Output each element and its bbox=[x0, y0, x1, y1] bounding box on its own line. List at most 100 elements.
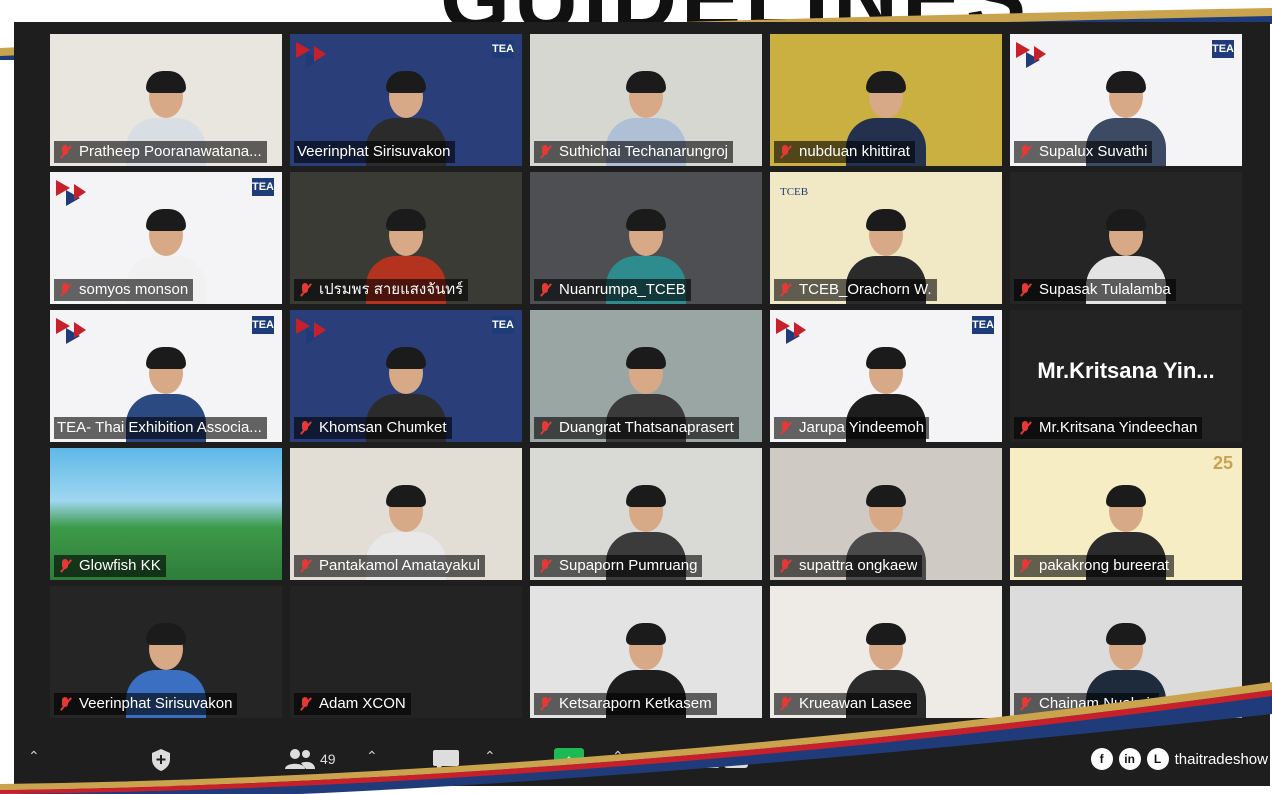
participant-name: TEA- Thai Exhibition Associa... bbox=[54, 417, 267, 439]
participant-name: somyos monson bbox=[54, 279, 194, 301]
video-frame: GUIDELINES Pratheep Pooranawatana...TEAV… bbox=[0, 0, 1272, 794]
participant-name-text: Jarupa Yindeemoh bbox=[799, 419, 925, 436]
mic-muted-icon bbox=[777, 558, 793, 574]
participant-name: Supasak Tulalamba bbox=[1014, 279, 1176, 301]
mic-muted-icon bbox=[537, 420, 553, 436]
participant-name: Suthichai Techanarungroj bbox=[534, 141, 734, 163]
participant-tile[interactable]: TEA Jarupa Yindeemoh bbox=[770, 310, 1002, 442]
participant-tile[interactable]: TEA TEA- Thai Exhibition Associa... bbox=[50, 310, 282, 442]
participant-name-text: Supalux Suvathi bbox=[1039, 143, 1148, 160]
mic-muted-icon bbox=[537, 144, 553, 160]
participant-name: Supalux Suvathi bbox=[1014, 141, 1153, 163]
tea-logo: TEA bbox=[492, 316, 514, 334]
facebook-icon[interactable]: f bbox=[1090, 748, 1113, 770]
tea-logo: TEA bbox=[252, 178, 274, 196]
mic-muted-icon bbox=[777, 420, 793, 436]
social-handle: thaitradeshow bbox=[1174, 750, 1268, 768]
participant-name-text: Suthichai Techanarungroj bbox=[559, 143, 729, 160]
participant-name: Pratheep Pooranawatana... bbox=[54, 141, 267, 163]
mic-muted-icon bbox=[57, 144, 73, 160]
mic-muted-icon bbox=[1017, 558, 1033, 574]
participant-name-text: Khomsan Chumket bbox=[319, 419, 447, 436]
tea-flag-logo bbox=[1016, 42, 1050, 70]
participant-name-text: Veerinphat Sirisuvakon bbox=[297, 143, 451, 160]
participant-name-text: TCEB_Orachorn W. bbox=[799, 281, 932, 298]
line-icon[interactable]: L bbox=[1146, 748, 1169, 770]
tea-flag-logo bbox=[56, 318, 90, 346]
participant-tile[interactable]: 25 pakakrong bureerat bbox=[1010, 448, 1242, 580]
tea-logo: TEA bbox=[1212, 40, 1234, 58]
mic-muted-icon bbox=[57, 282, 73, 298]
tea-logo: TEA bbox=[972, 316, 994, 334]
participant-name-text: Duangrat Thatsanaprasert bbox=[559, 419, 734, 436]
participant-tile[interactable]: Mr.Kritsana Yin... Mr.Kritsana Yindeechan bbox=[1010, 310, 1242, 442]
zoom-window: Pratheep Pooranawatana... TEA Veerinphat S… bbox=[14, 22, 1270, 786]
participant-name-text: Mr.Kritsana Yindeechan bbox=[1039, 419, 1198, 436]
participant-name-text: Glowfish KK bbox=[79, 557, 161, 574]
mic-muted-icon bbox=[297, 420, 313, 436]
participant-name-text: Pantakamol Amatayakul bbox=[319, 557, 480, 574]
participant-name: Veerinphat Sirisuvakon bbox=[294, 141, 456, 163]
participant-name: Khomsan Chumket bbox=[294, 417, 452, 439]
participant-tile[interactable]: TEA Khomsan Chumket bbox=[290, 310, 522, 442]
mic-muted-icon bbox=[1017, 282, 1033, 298]
participant-name: Supaporn Pumruang bbox=[534, 555, 703, 577]
participant-name: Nuanrumpa_TCEB bbox=[534, 279, 691, 301]
participant-name-text: Supasak Tulalamba bbox=[1039, 281, 1171, 298]
display-name-placeholder: Mr.Kritsana Yin... bbox=[1037, 358, 1215, 383]
tea-flag-logo bbox=[296, 42, 330, 70]
participant-name-text: เปรมพร สายแสงจันทร์ bbox=[319, 281, 464, 298]
linkedin-icon[interactable]: in bbox=[1118, 748, 1141, 770]
mic-muted-icon bbox=[537, 558, 553, 574]
participant-tile[interactable]: Glowfish KK bbox=[50, 448, 282, 580]
mic-muted-icon bbox=[537, 282, 553, 298]
tea-flag-logo bbox=[296, 318, 330, 346]
participant-name: Jarupa Yindeemoh bbox=[774, 417, 930, 439]
social-links: f in L thaitradeshow bbox=[1090, 748, 1268, 770]
gallery-grid: Pratheep Pooranawatana... TEA Veerinphat S… bbox=[50, 34, 1260, 722]
bottom-swoosh bbox=[0, 682, 1272, 794]
mic-muted-icon bbox=[777, 144, 793, 160]
participant-name: nubduan khittirat bbox=[774, 141, 915, 163]
participant-tile[interactable]: Suthichai Techanarungroj bbox=[530, 34, 762, 166]
mic-muted-icon bbox=[777, 282, 793, 298]
participant-name-text: somyos monson bbox=[79, 281, 189, 298]
participant-name-text: nubduan khittirat bbox=[799, 143, 910, 160]
participant-tile[interactable]: Nuanrumpa_TCEB bbox=[530, 172, 762, 304]
participant-name-text: TEA- Thai Exhibition Associa... bbox=[57, 419, 262, 436]
participant-name: pakakrong bureerat bbox=[1014, 555, 1175, 577]
mic-muted-icon bbox=[1017, 144, 1033, 160]
participant-tile[interactable]: nubduan khittirat bbox=[770, 34, 1002, 166]
participant-tile[interactable]: TEA Supalux Suvathi bbox=[1010, 34, 1242, 166]
mic-muted-icon bbox=[297, 558, 313, 574]
participant-name: Duangrat Thatsanaprasert bbox=[534, 417, 739, 439]
participant-name-text: Nuanrumpa_TCEB bbox=[559, 281, 686, 298]
participant-tile[interactable]: supattra ongkaew bbox=[770, 448, 1002, 580]
participant-name: TCEB_Orachorn W. bbox=[774, 279, 937, 301]
tea-flag-logo bbox=[776, 318, 810, 346]
participant-name: เปรมพร สายแสงจันทร์ bbox=[294, 279, 469, 301]
tea-logo: TEA bbox=[252, 316, 274, 334]
mic-muted-icon bbox=[1017, 420, 1033, 436]
participant-tile[interactable]: TCEB TCEB_Orachorn W. bbox=[770, 172, 1002, 304]
participant-name-text: pakakrong bureerat bbox=[1039, 557, 1170, 574]
participant-name: supattra ongkaew bbox=[774, 555, 923, 577]
tea-logo: TEA bbox=[492, 40, 514, 58]
participant-tile[interactable]: เปรมพร สายแสงจันทร์ bbox=[290, 172, 522, 304]
participant-tile[interactable]: Pantakamol Amatayakul bbox=[290, 448, 522, 580]
mic-muted-icon bbox=[297, 282, 313, 298]
anniversary-logo: 25 bbox=[1212, 453, 1234, 473]
participant-tile[interactable]: TEA somyos monson bbox=[50, 172, 282, 304]
participant-tile[interactable]: Supasak Tulalamba bbox=[1010, 172, 1242, 304]
participant-tile[interactable]: TEA Veerinphat Sirisuvakon bbox=[290, 34, 522, 166]
participant-name-text: Pratheep Pooranawatana... bbox=[79, 143, 262, 160]
tceb-logo: TCEB bbox=[780, 186, 809, 198]
participant-name: Pantakamol Amatayakul bbox=[294, 555, 485, 577]
participant-tile[interactable]: Pratheep Pooranawatana... bbox=[50, 34, 282, 166]
participant-tile[interactable]: Supaporn Pumruang bbox=[530, 448, 762, 580]
participant-tile[interactable]: Duangrat Thatsanaprasert bbox=[530, 310, 762, 442]
mic-muted-icon bbox=[57, 558, 73, 574]
participant-name-text: Supaporn Pumruang bbox=[559, 557, 698, 574]
tea-flag-logo bbox=[56, 180, 90, 208]
participant-name: Mr.Kritsana Yindeechan bbox=[1014, 417, 1203, 439]
